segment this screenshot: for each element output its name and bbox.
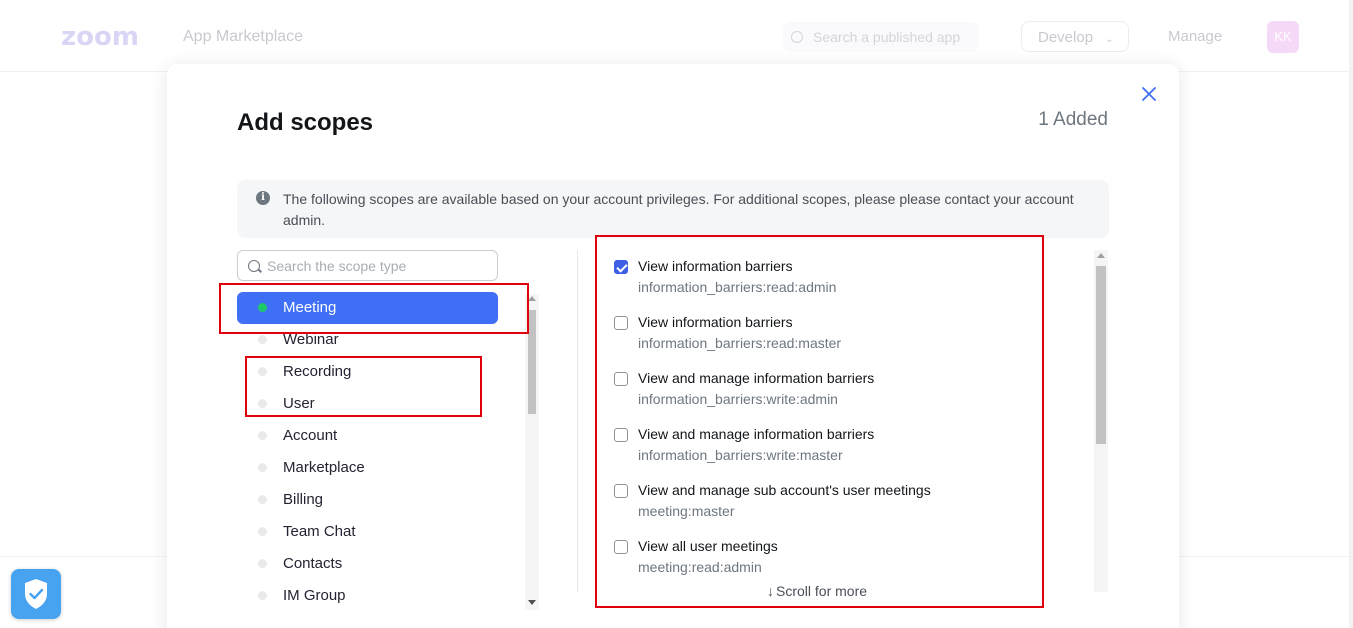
added-count: 1 Added [1038,109,1108,130]
scope-id: information_barriers:write:master [638,447,843,463]
category-item-billing[interactable]: Billing [237,484,498,516]
privileges-notice: i The following scopes are available bas… [237,180,1109,238]
category-label: Recording [283,363,352,380]
status-dot [258,559,267,568]
background-header: zoom App Marketplace Search a published … [0,0,1353,72]
scope-item[interactable]: View and manage information barriers inf… [613,425,1053,481]
scroll-up-icon[interactable] [528,296,536,301]
scope-item[interactable]: View and manage information barriers inf… [613,369,1053,425]
shield-icon [25,579,47,609]
category-label: Marketplace [283,459,365,476]
category-item-contacts[interactable]: Contacts [237,548,498,580]
search-icon [248,260,260,272]
status-dot [258,431,267,440]
status-dot [258,399,267,408]
develop-label: Develop [1038,29,1094,46]
status-dot [258,335,267,344]
scope-checkbox[interactable] [614,540,628,554]
scope-item[interactable]: View and manage sub account's user meeti… [613,481,1053,537]
status-dot [258,463,267,472]
scope-checkbox[interactable] [614,484,628,498]
category-scrollbar[interactable] [525,294,539,610]
page-scrollbar [1349,0,1353,628]
scope-id: meeting:master [638,503,735,519]
info-icon: i [256,191,270,205]
arrow-down-icon: ↓ [767,583,774,599]
category-label: Billing [283,491,324,508]
status-dot [258,495,267,504]
search-icon [791,31,803,43]
category-label: Account [283,427,338,444]
category-label: User [283,395,315,412]
scroll-hint-label: Scroll for more [776,583,868,599]
status-dot [258,367,267,376]
zoom-logo: zoom [61,22,139,52]
marketplace-search-placeholder: Search a published app [813,29,961,45]
status-dot [258,591,267,600]
add-scopes-modal: Add scopes 1 Added i The following scope… [167,64,1179,628]
scope-name: View information barriers [638,314,793,330]
category-item-webinar[interactable]: Webinar [237,324,498,356]
scope-id: meeting:read:admin [638,559,762,575]
category-item-im-group[interactable]: IM Group [237,580,498,612]
manage-link: Manage [1168,28,1223,45]
scope-item[interactable]: View information barriers information_ba… [613,257,1053,313]
marketplace-search: Search a published app [783,22,979,52]
security-widget[interactable] [11,569,61,619]
scope-id: information_barriers:read:admin [638,279,837,295]
category-label: Meeting [283,299,337,316]
category-item-team-chat[interactable]: Team Chat [237,516,498,548]
category-label: Webinar [283,331,339,348]
scope-name: View and manage sub account's user meeti… [638,482,931,498]
develop-dropdown: Develop ⌄ [1021,21,1129,52]
scope-name: View all user meetings [638,538,778,554]
column-divider [577,250,578,592]
category-item-meeting[interactable]: Meeting [237,292,498,324]
scope-id: information_barriers:read:master [638,335,842,351]
status-dot [258,303,267,312]
scope-category-list: Meeting Webinar Recording User Account M… [237,292,498,612]
scope-checkbox[interactable] [614,372,628,386]
scope-type-search-input[interactable] [237,250,498,281]
scope-checkbox[interactable] [614,260,628,274]
avatar: KK [1267,21,1299,53]
scope-name: View information barriers [638,258,793,274]
scope-checkbox[interactable] [614,428,628,442]
status-dot [258,527,267,536]
scroll-down-icon[interactable] [528,600,536,605]
chevron-down-icon: ⌄ [1105,34,1114,45]
app-marketplace-label: App Marketplace [183,28,304,45]
scope-name: View and manage information barriers [638,426,875,442]
category-item-user[interactable]: User [237,388,498,420]
close-icon[interactable] [1140,85,1158,103]
category-item-account[interactable]: Account [237,420,498,452]
category-label: Contacts [283,555,343,572]
scope-checkbox[interactable] [614,316,628,330]
scope-name: View and manage information barriers [638,370,875,386]
scrollbar-thumb[interactable] [1096,266,1106,444]
scope-scrollbar[interactable] [1094,250,1108,592]
scope-list: View information barriers information_ba… [613,257,1053,593]
category-item-recording[interactable]: Recording [237,356,498,388]
category-label: Team Chat [283,523,356,540]
scroll-up-icon[interactable] [1097,253,1105,258]
scope-item[interactable]: View information barriers information_ba… [613,313,1053,369]
scroll-for-more-hint: ↓ Scroll for more [767,583,867,599]
scope-id: information_barriers:write:admin [638,391,838,407]
modal-title: Add scopes [237,109,374,136]
notice-text: The following scopes are available based… [283,191,1074,228]
category-item-marketplace[interactable]: Marketplace [237,452,498,484]
category-label: IM Group [283,587,346,604]
scrollbar-thumb[interactable] [528,310,536,414]
